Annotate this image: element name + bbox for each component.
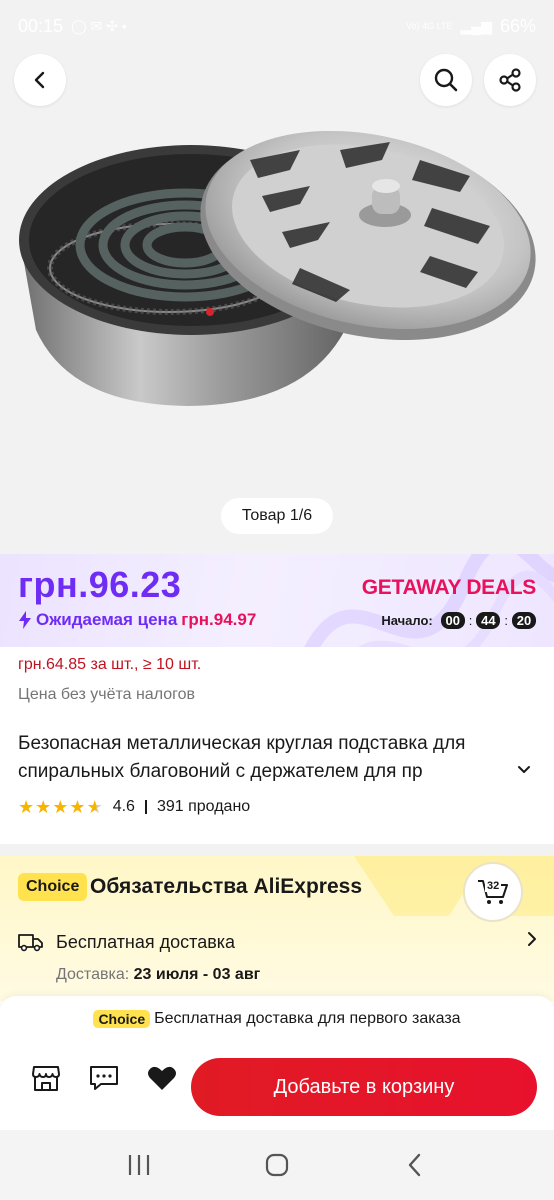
- delivery-label: Доставка:: [56, 966, 130, 983]
- chat-icon: [90, 1066, 118, 1090]
- choice-badge-small: Choice: [93, 1010, 151, 1028]
- add-to-cart-button[interactable]: Добавьте в корзину: [191, 1058, 537, 1116]
- rating-value: 4.6: [112, 798, 135, 815]
- chat-button[interactable]: [84, 1058, 124, 1098]
- expected-price-value: грн.94.97: [181, 610, 257, 629]
- cart-shortcut[interactable]: 32: [463, 862, 523, 922]
- deals-label: GETAWAY DEALS: [361, 576, 537, 599]
- store-button[interactable]: [26, 1058, 66, 1098]
- choice-title: Обязательства AliExpress: [90, 875, 363, 898]
- expected-price-label: Ожидаемая цена: [36, 610, 178, 629]
- timer-hours: 00: [440, 612, 465, 629]
- promo-text: Бесплатная доставка для первого заказа: [154, 1010, 461, 1027]
- divider: [144, 800, 147, 814]
- search-button[interactable]: [420, 54, 472, 106]
- timer-separator: :: [504, 613, 508, 628]
- product-page: Товар 1/6 00:15 ◯ ✉ ✣ • Vo) 4G LTE ▂▄▆ 6…: [0, 0, 554, 1200]
- tax-note: Цена без учёта налогов: [18, 686, 195, 703]
- product-gallery[interactable]: Товар 1/6: [0, 0, 554, 554]
- banner-decoration: [304, 554, 554, 647]
- rating-stars: ★ ★ ★ ★ ★: [18, 798, 103, 816]
- expected-price: Ожидаемая цена грн.94.97: [18, 610, 256, 630]
- timer-seconds: 20: [512, 612, 536, 629]
- star-icon: ★: [18, 797, 35, 817]
- timer-separator: :: [468, 613, 473, 628]
- first-order-promo: Choice Бесплатная доставка для первого з…: [0, 1010, 554, 1028]
- rating-row[interactable]: ★ ★ ★ ★ ★ 4.6 391 продано: [18, 798, 250, 816]
- recent-apps-button[interactable]: [119, 1145, 159, 1185]
- nav-back-button[interactable]: [395, 1145, 435, 1185]
- recent-apps-icon: [128, 1155, 150, 1175]
- image-counter: Товар 1/6: [221, 498, 333, 534]
- current-price: грн.96.23: [18, 564, 182, 605]
- delivery-range: 23 июля - 03 авг: [133, 966, 261, 983]
- delivery-title: Бесплатная доставка: [56, 932, 236, 952]
- home-button[interactable]: [257, 1145, 297, 1185]
- app-notification-icon: ◯ ✉ ✣ •: [71, 17, 127, 34]
- star-half-icon: ★: [86, 797, 103, 817]
- choice-commitments[interactable]: Choice Обязательства AliExpress 32 Беспл…: [0, 856, 554, 1001]
- price-banner: грн.96.23 Ожидаемая цена грн.94.97 GETAW…: [0, 554, 554, 647]
- choice-decoration: [354, 856, 554, 916]
- bulk-price: грн.64.85 за шт., ≥ 10 шт.: [18, 656, 202, 673]
- network-indicator: Vo) 4G LTE: [406, 20, 453, 31]
- cart-count: 32: [485, 880, 502, 892]
- system-nav-bar: [0, 1130, 554, 1200]
- store-icon: [32, 1066, 60, 1091]
- heart-icon: [148, 1066, 176, 1090]
- truck-icon: [18, 934, 43, 952]
- chevron-down-icon[interactable]: [514, 760, 534, 780]
- product-title[interactable]: Безопасная металлическая круглая подстав…: [18, 730, 518, 786]
- choice-badge: Choice: [18, 873, 88, 901]
- chevron-left-icon: [34, 71, 45, 89]
- timer-minutes: 44: [476, 612, 501, 629]
- delivery-dates: Доставка: 23 июля - 03 авг: [56, 966, 260, 984]
- star-icon: ★: [35, 797, 52, 817]
- sold-count: 391 продано: [156, 798, 251, 815]
- signal-icon: ▂▄▆: [460, 17, 492, 34]
- countdown-timer: Начало: 00 : 44 : 20: [381, 612, 536, 629]
- battery-level: 66%: [499, 15, 536, 36]
- wishlist-button[interactable]: [142, 1058, 182, 1098]
- bottom-action-bar: Choice Бесплатная доставка для первого з…: [0, 996, 554, 1130]
- star-icon: ★: [69, 797, 86, 817]
- timer-label: Начало:: [381, 613, 433, 628]
- share-icon: [499, 68, 521, 92]
- share-button[interactable]: [484, 54, 536, 106]
- home-icon: [265, 1153, 289, 1177]
- section-divider: [0, 844, 554, 856]
- back-icon: [408, 1153, 421, 1177]
- chevron-right-icon[interactable]: [524, 930, 540, 948]
- status-time: 00:15: [18, 15, 64, 36]
- back-button[interactable]: [14, 54, 66, 106]
- star-icon: ★: [52, 797, 69, 817]
- lightning-icon: [19, 611, 31, 629]
- search-icon: [434, 68, 458, 92]
- status-bar: 00:15 ◯ ✉ ✣ • Vo) 4G LTE ▂▄▆ 66%: [0, 0, 554, 52]
